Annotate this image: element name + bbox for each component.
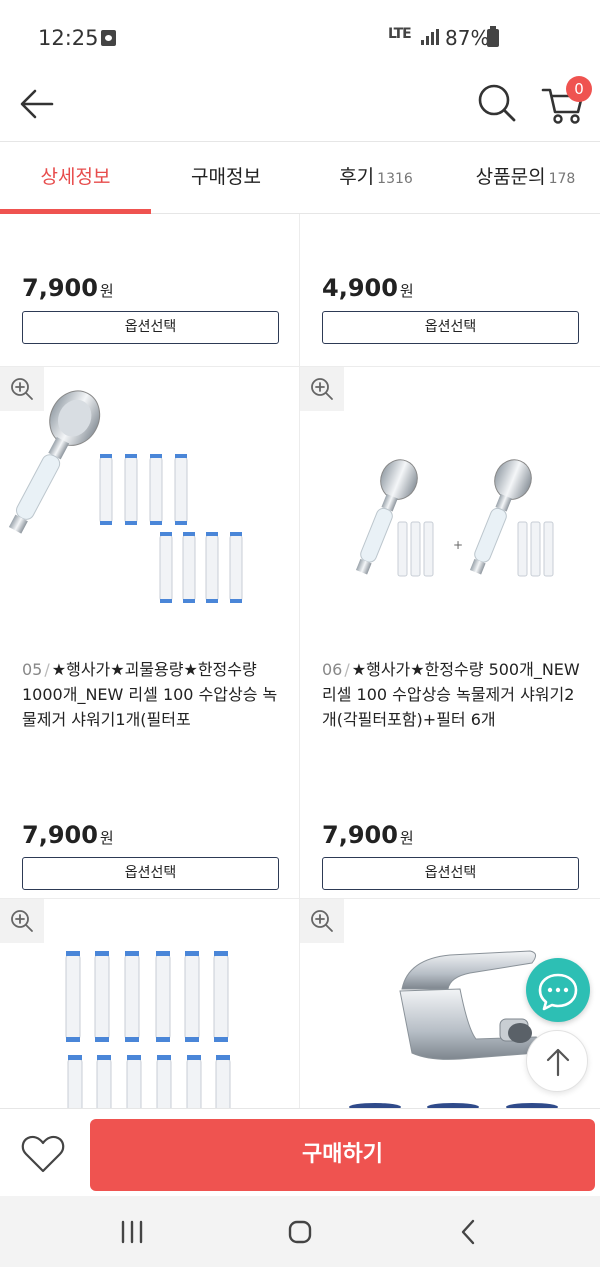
product-card[interactable]: + 06/★행사가★한정수량 500개_NEW 리셀 100 수압상승 녹물제거… (300, 367, 600, 899)
battery-level: 87% (445, 26, 490, 50)
notification-icon (101, 30, 116, 46)
inquiry-count: 178 (548, 171, 576, 187)
detail-tabs: 상세정보 구매정보 후기 1316 상품문의 178 (0, 142, 600, 214)
product-price: 7,900 원 (22, 821, 114, 849)
back-button[interactable] (14, 82, 64, 128)
zoom-button[interactable] (0, 899, 44, 943)
product-name: 06/★행사가★한정수량 500개_NEW 리셀 100 수압상승 녹물제거 샤… (322, 660, 580, 729)
product-image (65, 951, 231, 1114)
arrow-up-icon (546, 1048, 570, 1077)
product-price: 7,900 원 (322, 821, 414, 849)
scroll-top-button[interactable] (526, 1030, 588, 1092)
tab-reviews[interactable]: 후기 1316 (301, 142, 451, 214)
review-count: 1316 (377, 171, 413, 187)
tab-label: 구매정보 (191, 166, 261, 188)
product-image: + (355, 459, 554, 577)
search-icon (478, 84, 516, 122)
product-card[interactable] (0, 899, 300, 1114)
product-price: 4,900 원 (322, 274, 414, 302)
battery-icon (487, 26, 499, 47)
purchase-bar: 구매하기 (0, 1108, 600, 1196)
product-card[interactable]: 7,900 원 옵션선택 (0, 214, 300, 367)
option-select-button[interactable]: 옵션선택 (22, 857, 279, 890)
clock: 12:25 (38, 26, 99, 50)
recent-apps-icon (121, 1220, 143, 1244)
heart-icon (21, 1135, 65, 1173)
tab-inquiries[interactable]: 상품문의 178 (451, 142, 600, 214)
option-select-button[interactable]: 옵션선택 (322, 311, 579, 344)
home-icon (288, 1220, 312, 1244)
system-back-button[interactable] (446, 1210, 490, 1254)
product-card[interactable]: 4,900 원 옵션선택 (300, 214, 600, 367)
wishlist-button[interactable] (18, 1129, 68, 1179)
system-nav-bar (0, 1196, 600, 1267)
tab-label: 후기 (339, 166, 375, 188)
search-button[interactable] (474, 80, 520, 126)
signal-icon (421, 29, 439, 45)
app-header (0, 70, 600, 142)
cart-count-badge: 0 (566, 76, 592, 102)
tab-details[interactable]: 상세정보 (0, 142, 151, 214)
zoom-in-icon (11, 910, 33, 932)
chevron-left-icon (461, 1219, 475, 1245)
tab-label: 상세정보 (40, 166, 111, 188)
option-select-button[interactable]: 옵션선택 (22, 311, 279, 344)
product-image (8, 390, 243, 603)
home-button[interactable] (278, 1210, 322, 1254)
svg-text:+: + (453, 538, 463, 552)
tab-purchase-info[interactable]: 구매정보 (151, 142, 301, 214)
network-type: LTE (388, 26, 412, 42)
product-card[interactable]: 05/★행사가★괴물용량★한정수량 1000개_NEW 리셀 100 수압상승 … (0, 367, 300, 899)
product-price: 7,900 원 (22, 274, 114, 302)
status-bar: 12:25 LTE 87% (0, 0, 600, 70)
product-grid: 7,900 원 옵션선택 4,900 원 옵션선택 05 / ★행사가★괴물용량… (0, 214, 600, 1114)
recent-apps-button[interactable] (110, 1210, 154, 1254)
option-select-button[interactable]: 옵션선택 (322, 857, 579, 890)
arrow-left-icon (20, 89, 54, 119)
chat-button[interactable] (526, 958, 590, 1022)
chat-bubble-icon (538, 973, 578, 1011)
buy-now-button[interactable]: 구매하기 (90, 1119, 595, 1191)
product-name: 05/★행사가★괴물용량★한정수량 1000개_NEW 리셀 100 수압상승 … (22, 660, 278, 729)
tab-label: 상품문의 (475, 166, 546, 188)
